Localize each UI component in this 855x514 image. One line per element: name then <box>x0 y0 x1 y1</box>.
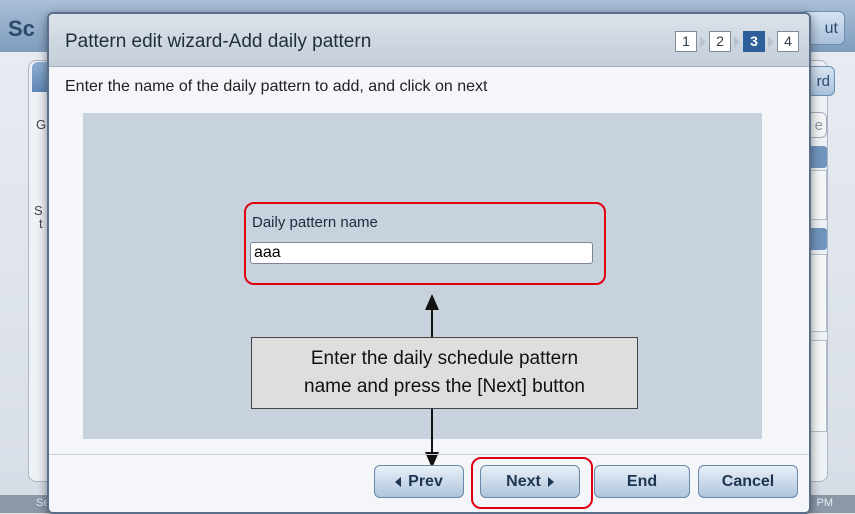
background-label-t: t <box>39 216 43 231</box>
next-button[interactable]: Next <box>480 465 580 498</box>
step-1: 1 <box>675 31 697 52</box>
step-2: 2 <box>709 31 731 52</box>
arrow-line <box>431 308 433 337</box>
arrow-line <box>431 409 433 453</box>
pattern-wizard-dialog: Pattern edit wizard-Add daily pattern 1 … <box>47 12 811 514</box>
triangle-right-icon <box>547 476 554 487</box>
prev-button[interactable]: Prev <box>374 465 464 498</box>
next-button-label: Next <box>506 472 541 490</box>
step-4: 4 <box>777 31 799 52</box>
chevron-right-icon <box>734 35 740 48</box>
chevron-right-icon <box>700 35 706 48</box>
cancel-button[interactable]: Cancel <box>698 465 798 498</box>
dialog-header: Pattern edit wizard-Add daily pattern 1 … <box>49 14 809 67</box>
status-right-text: PM <box>816 497 834 509</box>
daily-pattern-name-input[interactable] <box>250 242 593 264</box>
step-3-active: 3 <box>743 31 765 52</box>
triangle-left-icon <box>395 476 402 487</box>
end-button-label: End <box>626 472 658 490</box>
prev-button-label: Prev <box>408 472 443 490</box>
instruction-callout: Enter the daily schedule pattern name an… <box>251 337 638 409</box>
daily-pattern-name-label: Daily pattern name <box>252 214 378 231</box>
wizard-step-indicator: 1 2 3 4 <box>675 31 799 52</box>
cancel-button-label: Cancel <box>721 472 775 490</box>
background-title: Sc <box>8 16 35 41</box>
chevron-right-icon <box>768 35 774 48</box>
background-label-g: G <box>36 117 47 132</box>
dialog-title: Pattern edit wizard-Add daily pattern <box>65 31 372 52</box>
wizard-instruction: Enter the name of the daily pattern to a… <box>65 78 488 95</box>
end-button[interactable]: End <box>594 465 690 498</box>
footer-divider <box>49 454 809 455</box>
